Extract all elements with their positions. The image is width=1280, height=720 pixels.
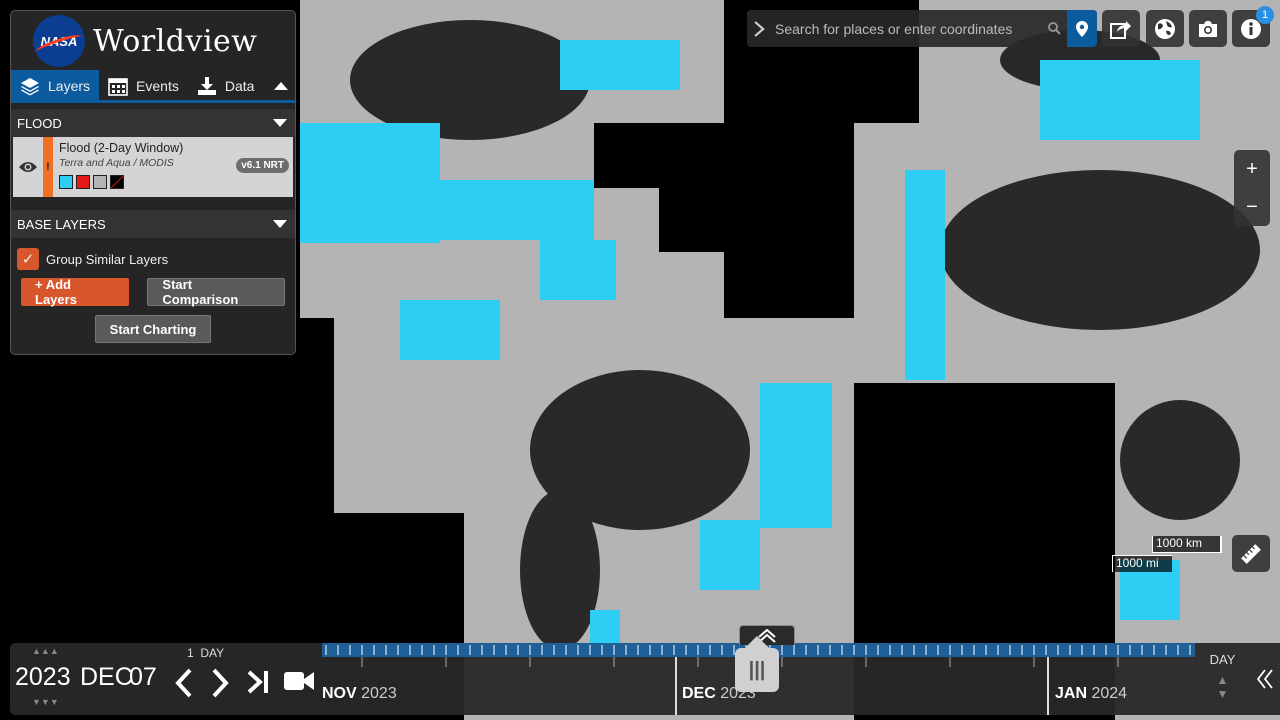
layer-title: Flood (2-Day Window)	[59, 141, 184, 155]
warning-icon: !	[46, 161, 50, 173]
projection-button[interactable]	[1146, 10, 1184, 47]
search-input[interactable]: Search for places or enter coordinates	[771, 21, 1041, 37]
collapse-sidebar-button[interactable]	[267, 70, 295, 102]
eye-icon	[19, 162, 37, 172]
charting-row: Start Charting	[11, 306, 295, 343]
version-badge: v6.1 NRT	[236, 158, 289, 173]
action-buttons: + Add Layers Start Comparison	[11, 270, 295, 307]
layer-subtitle: Terra and Aqua / MODIS	[59, 157, 174, 169]
search-button[interactable]	[1041, 22, 1067, 35]
double-chevron-left-icon	[1257, 669, 1273, 689]
legend-swatch[interactable]	[93, 175, 107, 189]
zoom-level-down-arrow[interactable]: ▼	[1217, 687, 1229, 701]
timeline-month[interactable]: NOV 2023	[322, 685, 397, 703]
app-title: Worldview	[93, 23, 258, 59]
timeline-date-handle[interactable]: |||	[735, 636, 779, 692]
overlay-group-title: FLOOD	[17, 115, 62, 131]
layer-item-flood[interactable]: ! Flood (2-Day Window) Terra and Aqua / …	[13, 137, 293, 197]
share-button[interactable]	[1102, 10, 1140, 47]
year-down-arrow[interactable]: ▼▼▼	[32, 697, 59, 707]
app-header: NASA Worldview	[11, 11, 295, 71]
interval-unit: DAY	[200, 646, 225, 660]
tab-data-label: Data	[224, 77, 255, 94]
start-comparison-button[interactable]: Start Comparison	[147, 277, 285, 307]
info-button[interactable]: 1	[1232, 6, 1274, 47]
search-icon	[1047, 22, 1061, 35]
location-pin-button[interactable]	[1067, 10, 1097, 47]
video-camera-icon[interactable]	[283, 670, 315, 692]
date-day[interactable]: 07	[129, 663, 157, 692]
chevron-down-icon[interactable]	[273, 118, 287, 128]
scale-mi: 1000 mi	[1112, 555, 1172, 572]
visibility-toggle[interactable]	[13, 137, 43, 197]
globe-icon	[1155, 18, 1175, 39]
download-icon	[197, 76, 216, 95]
month-name: NOV	[322, 685, 357, 702]
month-year: 2024	[1091, 685, 1128, 702]
tab-layers-label: Layers	[48, 77, 91, 94]
share-icon	[1110, 20, 1131, 39]
group-similar-checkbox[interactable]: ✓	[17, 248, 39, 270]
location-pin-icon	[1076, 20, 1088, 37]
interval-selector[interactable]: 1 DAY	[187, 646, 224, 660]
sidebar-panel: NASA Worldview Layers Events Data FLOOD …	[10, 10, 296, 355]
measure-button[interactable]	[1232, 535, 1270, 572]
timeline-month[interactable]: JAN 2024	[1055, 685, 1127, 703]
legend-swatch[interactable]	[59, 175, 73, 189]
nasa-logo[interactable]: NASA	[33, 15, 85, 67]
zoom-out-button[interactable]: −	[1246, 196, 1258, 219]
add-layers-button[interactable]: + Add Layers	[21, 277, 130, 307]
snapshot-button[interactable]	[1189, 10, 1227, 47]
interval-count: 1	[187, 646, 194, 660]
chevron-down-icon[interactable]	[273, 219, 287, 229]
search-bar: Search for places or enter coordinates	[747, 10, 1097, 47]
group-similar-label: Group Similar Layers	[46, 251, 169, 267]
calendar-icon	[108, 77, 128, 96]
ruler-icon	[1241, 543, 1261, 564]
layer-warning-indicator[interactable]: !	[43, 137, 53, 197]
date-month[interactable]: DEC	[80, 663, 133, 692]
year-up-arrow[interactable]: ▲▲▲	[32, 646, 59, 656]
notification-badge: 1	[1256, 6, 1274, 24]
layer-info: Flood (2-Day Window) Terra and Aqua / MO…	[53, 137, 189, 197]
tab-layers[interactable]: Layers	[11, 69, 100, 102]
layer-legend	[59, 175, 183, 189]
base-group-header[interactable]: BASE LAYERS	[11, 210, 295, 238]
skip-to-end-icon[interactable]	[246, 669, 272, 695]
legend-swatch[interactable]	[110, 175, 124, 189]
zoom-controls: + −	[1234, 150, 1270, 226]
tab-events[interactable]: Events	[99, 70, 188, 102]
month-name: JAN	[1055, 685, 1088, 702]
layers-icon	[21, 77, 39, 95]
month-name: DEC	[682, 685, 716, 702]
timeline-zoom-level[interactable]: DAY ▲ ▼	[1195, 643, 1250, 715]
chevron-right-icon[interactable]	[210, 667, 232, 699]
tab-data[interactable]: Data	[188, 70, 264, 102]
month-year: 2023	[361, 685, 397, 702]
date-year[interactable]: 2023	[15, 663, 71, 692]
grip-icon: |||	[748, 658, 766, 681]
tab-events-label: Events	[136, 77, 179, 94]
sidebar-tabs: Layers Events Data	[11, 69, 295, 103]
zoom-in-button[interactable]: +	[1246, 158, 1258, 181]
nasa-logo-text: NASA	[40, 33, 78, 49]
zoom-level-up-arrow[interactable]: ▲	[1217, 673, 1229, 687]
check-icon: ✓	[21, 251, 35, 268]
chevron-right-icon	[754, 20, 765, 37]
group-similar-row: ✓ Group Similar Layers	[11, 238, 295, 270]
camera-icon	[1199, 20, 1217, 37]
zoom-level-label: DAY	[1209, 652, 1236, 667]
timeline-collapse-button[interactable]	[1250, 643, 1280, 715]
chevron-up-icon	[274, 81, 288, 90]
overlay-group-header[interactable]: FLOOD	[11, 109, 295, 137]
date-selector: ▲▲▲ 2023 DEC 07 ▼▼▼ 1 DAY	[10, 643, 322, 715]
start-charting-button[interactable]: Start Charting	[94, 315, 212, 343]
chevron-left-icon[interactable]	[172, 667, 194, 699]
scale-km: 1000 km	[1152, 536, 1222, 553]
base-group-title: BASE LAYERS	[17, 216, 106, 232]
legend-swatch[interactable]	[76, 175, 90, 189]
expand-search-button[interactable]	[747, 20, 771, 37]
